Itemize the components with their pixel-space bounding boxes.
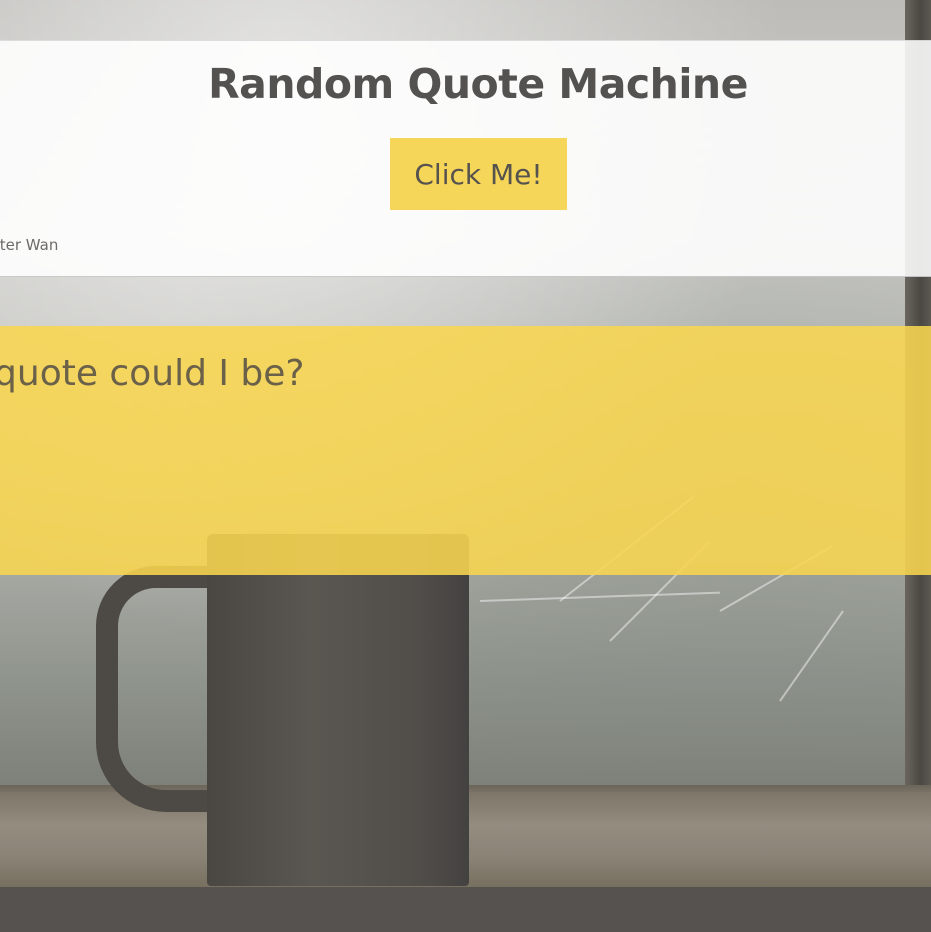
coffee-mug — [207, 534, 469, 886]
quote-text: What quote could I be? — [0, 353, 305, 394]
background-floor — [0, 887, 931, 932]
quote-panel: What quote could I be? — [0, 326, 931, 575]
new-quote-button[interactable]: Click Me! — [390, 138, 567, 210]
page-title: Random Quote Machine — [208, 60, 748, 108]
author-credit: Peter Wan — [0, 236, 59, 254]
